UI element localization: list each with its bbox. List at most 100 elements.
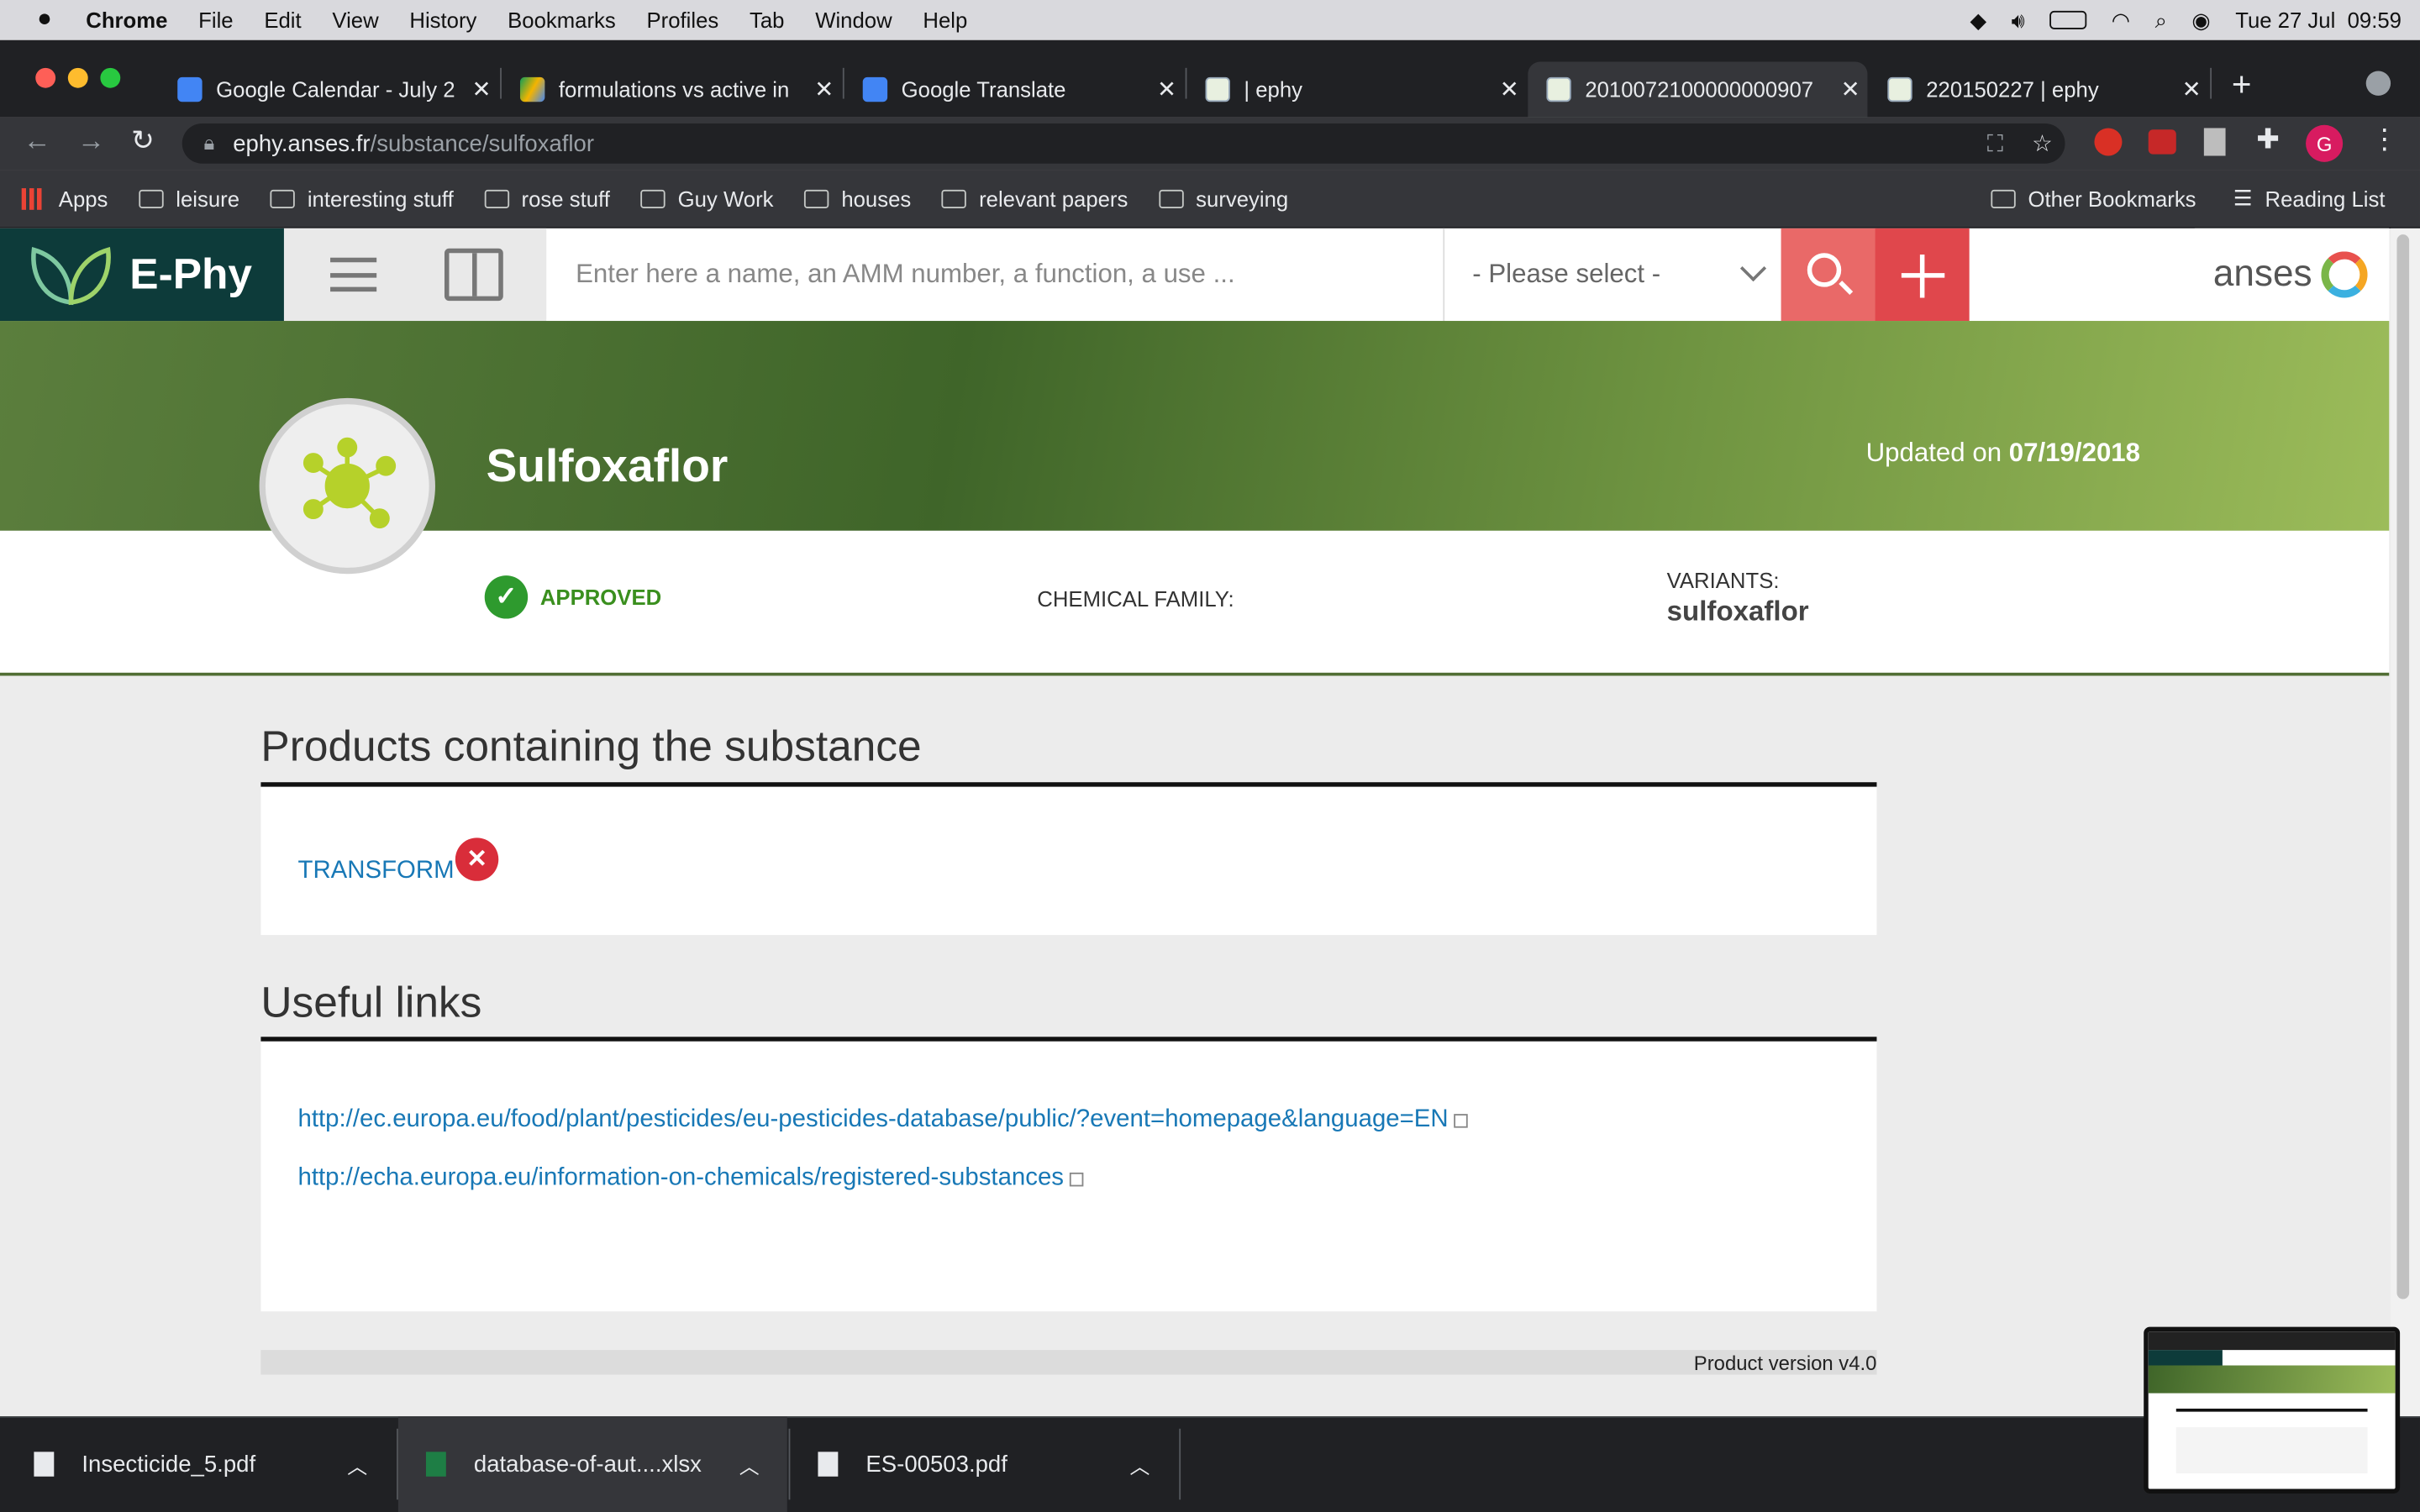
useful-link-eu-pesticides[interactable]: http://ec.europa.eu/food/plant/pesticide… (297, 1106, 1469, 1134)
tab-ephy-active[interactable]: 2010072100000000907 ✕ (1528, 61, 1868, 118)
close-icon[interactable]: ✕ (1833, 76, 1867, 103)
new-tab-button[interactable]: + (2232, 65, 2252, 105)
search-button[interactable] (1781, 228, 1877, 322)
updated-value: 07/19/2018 (2008, 438, 2141, 468)
useful-link-echa[interactable]: http://echa.europa.eu/information-on-che… (297, 1165, 1084, 1193)
menu-profiles[interactable]: Profiles (647, 8, 719, 32)
menu-tab[interactable]: Tab (750, 8, 784, 32)
check-circle-icon: ✓ (484, 575, 529, 619)
google-calendar-icon (177, 76, 203, 102)
spotlight-search-icon[interactable]: ⌕ (2155, 7, 2167, 33)
more-menu-icon[interactable]: ⋮ (2370, 123, 2398, 156)
window-zoom-button[interactable] (100, 67, 121, 88)
menu-file[interactable]: File (198, 8, 233, 32)
tab-search-icon[interactable] (2365, 71, 2391, 96)
download-item-es-00503[interactable]: ES-00503.pdf ︿ (818, 1416, 1172, 1512)
profile-avatar[interactable]: G (2306, 124, 2344, 162)
category-select[interactable]: - Please select - (1443, 228, 1781, 322)
bookmark-folder-guy-work[interactable]: Guy Work (640, 186, 774, 211)
close-icon[interactable]: ✕ (808, 76, 841, 103)
reload-icon[interactable]: ↻ (131, 125, 155, 158)
variants-value: sulfoxaflor (1666, 595, 1809, 627)
extension-doc-icon[interactable] (2203, 128, 2226, 156)
product-link-transform[interactable]: TRANSFORM (297, 858, 454, 885)
bookmark-label: houses (841, 186, 912, 211)
header-nav (283, 228, 547, 322)
substance-avatar (259, 397, 435, 575)
page-scrollbar[interactable] (2391, 228, 2420, 1417)
bookmark-folder-houses[interactable]: houses (804, 186, 912, 211)
bookmark-other-bookmarks[interactable]: Other Bookmarks (1991, 186, 2196, 211)
tab-title: 220150227 | ephy (1926, 76, 2099, 102)
screenshot-thumbnail[interactable] (2144, 1326, 2401, 1494)
book-icon[interactable] (444, 248, 503, 302)
google-translate-icon (862, 76, 888, 102)
chevron-up-icon[interactable]: ︿ (1129, 1450, 1150, 1479)
bookmark-apps[interactable]: Apps (21, 186, 108, 211)
variants-label: VARIANTS: (1666, 567, 1780, 593)
wifi-icon[interactable]: ◠ (2112, 7, 2130, 33)
download-item-insecticide[interactable]: Insecticide_5.pdf ︿ (34, 1416, 388, 1512)
close-icon[interactable]: ✕ (2175, 76, 2208, 103)
tab-google-calendar[interactable]: Google Calendar - July 2 ✕ (159, 61, 498, 117)
chemical-family-label: CHEMICAL FAMILY: (1037, 585, 1234, 612)
bookmark-folder-rose-stuff[interactable]: rose stuff (484, 186, 610, 211)
menu-edit[interactable]: Edit (264, 8, 301, 32)
add-button[interactable] (1875, 228, 1970, 322)
download-filename: ES-00503.pdf (865, 1451, 1007, 1478)
dropbox-icon[interactable]: ◆ (1970, 7, 1986, 33)
close-icon[interactable]: ✕ (465, 76, 498, 103)
volume-icon[interactable]: 🔊︎ (2012, 7, 2025, 33)
bookmark-folder-relevant-papers[interactable]: relevant papers (942, 186, 1128, 211)
anses-logo[interactable]: anses (2194, 228, 2390, 322)
translate-icon[interactable]: ⛶ (1987, 130, 2003, 156)
menu-app-name[interactable]: Chrome (86, 8, 167, 32)
close-icon[interactable]: ✕ (1492, 76, 1526, 103)
download-filename: database-of-aut....xlsx (473, 1451, 702, 1478)
menu-view[interactable]: View (332, 8, 378, 32)
bookmark-label: rose stuff (521, 186, 610, 211)
download-divider (788, 1428, 791, 1500)
menu-window[interactable]: Window (815, 8, 892, 32)
menu-help[interactable]: Help (923, 8, 967, 32)
control-center-icon[interactable]: ◉ (2191, 7, 2210, 33)
ephy-logo[interactable]: E-Phy (0, 228, 284, 322)
tab-formulations[interactable]: formulations vs active in ✕ (502, 61, 841, 117)
extensions-puzzle-icon[interactable]: ✚ (2256, 123, 2280, 156)
lock-icon[interactable]: 🔒︎ (203, 131, 214, 155)
bookmark-star-icon[interactable]: ☆ (2032, 129, 2053, 157)
tab-ephy-220150227[interactable]: 220150227 | ephy ✕ (1869, 61, 2208, 117)
folder-icon (1159, 188, 1184, 208)
extension-mendeley-icon[interactable] (2148, 129, 2176, 155)
menu-bookmarks[interactable]: Bookmarks (508, 8, 616, 32)
close-icon[interactable]: ✕ (1150, 76, 1183, 103)
clock[interactable]: Tue 27 Jul 09:59 (2235, 8, 2402, 32)
bookmark-folder-interesting-stuff[interactable]: interesting stuff (270, 186, 454, 211)
window-close-button[interactable] (35, 67, 56, 88)
footer-version-bar: Product version v4.0 (260, 1350, 1877, 1375)
window-minimize-button[interactable] (67, 67, 88, 88)
hamburger-menu-icon[interactable] (330, 257, 377, 292)
address-bar[interactable]: 🔒︎ ephy.anses.fr/substance/sulfoxaflor ⛶… (182, 123, 2065, 164)
tab-ephy[interactable]: | ephy ✕ (1186, 61, 1526, 117)
apple-icon[interactable]: ● (37, 6, 52, 34)
bookmark-folder-leisure[interactable]: leisure (139, 186, 239, 211)
menu-history[interactable]: History (409, 8, 476, 32)
bookmark-folder-surveying[interactable]: surveying (1159, 186, 1288, 211)
pdf-file-icon (818, 1452, 839, 1477)
download-item-database-xlsx[interactable]: database-of-aut....xlsx ︿ (397, 1416, 787, 1512)
scrollbar-thumb[interactable] (2396, 234, 2410, 1299)
back-icon[interactable]: ← (24, 125, 51, 158)
tab-google-translate[interactable]: Google Translate ✕ (844, 61, 1184, 117)
status-label: APPROVED (539, 585, 662, 610)
battery-icon[interactable] (2049, 10, 2087, 29)
withdrawn-x-icon: ✕ (455, 837, 499, 881)
search-input[interactable]: Enter here a name, an AMM number, a func… (546, 228, 1441, 321)
chevron-up-icon[interactable]: ︿ (347, 1450, 367, 1479)
extension-adblock-icon[interactable] (2094, 128, 2123, 156)
chevron-up-icon[interactable]: ︿ (739, 1450, 760, 1479)
forward-icon[interactable]: → (77, 125, 105, 158)
search-icon (1807, 253, 1842, 287)
reading-list[interactable]: ☰ Reading List (2233, 185, 2386, 211)
url-domain: ephy.anses.fr (233, 130, 371, 157)
